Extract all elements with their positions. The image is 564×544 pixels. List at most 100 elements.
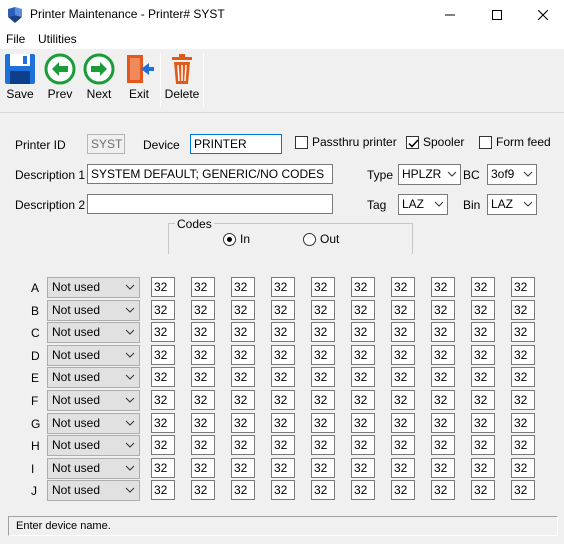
- code-value-field[interactable]: 32: [151, 300, 175, 320]
- code-value-field[interactable]: 32: [351, 322, 375, 342]
- code-value-field[interactable]: 32: [191, 390, 215, 410]
- code-value-field[interactable]: 32: [431, 345, 455, 365]
- code-value-field[interactable]: 32: [391, 390, 415, 410]
- code-value-field[interactable]: 32: [191, 413, 215, 433]
- code-type-select[interactable]: Not used: [47, 435, 140, 456]
- code-value-field[interactable]: 32: [431, 367, 455, 387]
- code-type-select[interactable]: Not used: [47, 458, 140, 479]
- code-value-field[interactable]: 32: [391, 367, 415, 387]
- code-value-field[interactable]: 32: [271, 367, 295, 387]
- code-value-field[interactable]: 32: [351, 345, 375, 365]
- code-value-field[interactable]: 32: [511, 458, 535, 478]
- code-value-field[interactable]: 32: [271, 345, 295, 365]
- type-select[interactable]: HPLZR: [398, 164, 461, 185]
- exit-button[interactable]: Exit: [120, 53, 158, 107]
- bin-select[interactable]: LAZ: [487, 194, 537, 215]
- code-type-select[interactable]: Not used: [47, 480, 140, 501]
- spooler-checkbox-box[interactable]: [406, 135, 419, 149]
- code-value-field[interactable]: 32: [271, 413, 295, 433]
- code-type-select[interactable]: Not used: [47, 300, 140, 321]
- tag-select[interactable]: LAZ: [398, 194, 448, 215]
- code-value-field[interactable]: 32: [231, 300, 255, 320]
- code-value-field[interactable]: 32: [151, 390, 175, 410]
- code-value-field[interactable]: 32: [311, 277, 335, 297]
- code-value-field[interactable]: 32: [471, 458, 495, 478]
- code-value-field[interactable]: 32: [391, 345, 415, 365]
- close-button[interactable]: [520, 0, 564, 30]
- form-feed-checkbox-box[interactable]: [479, 135, 492, 149]
- code-value-field[interactable]: 32: [231, 458, 255, 478]
- code-value-field[interactable]: 32: [231, 435, 255, 455]
- code-value-field[interactable]: 32: [231, 322, 255, 342]
- code-value-field[interactable]: 32: [231, 390, 255, 410]
- save-button[interactable]: Save: [1, 53, 39, 107]
- code-value-field[interactable]: 32: [431, 435, 455, 455]
- code-value-field[interactable]: 32: [311, 367, 335, 387]
- code-value-field[interactable]: 32: [511, 277, 535, 297]
- code-value-field[interactable]: 32: [431, 300, 455, 320]
- code-value-field[interactable]: 32: [231, 277, 255, 297]
- code-value-field[interactable]: 32: [191, 480, 215, 500]
- code-value-field[interactable]: 32: [151, 277, 175, 297]
- code-value-field[interactable]: 32: [191, 277, 215, 297]
- code-value-field[interactable]: 32: [431, 480, 455, 500]
- code-value-field[interactable]: 32: [311, 435, 335, 455]
- code-type-select[interactable]: Not used: [47, 277, 140, 298]
- passthru-checkbox-box[interactable]: [295, 135, 308, 149]
- code-value-field[interactable]: 32: [271, 277, 295, 297]
- code-value-field[interactable]: 32: [511, 367, 535, 387]
- code-type-select[interactable]: Not used: [47, 345, 140, 366]
- codes-out-radio-dot[interactable]: [303, 232, 316, 246]
- code-type-select[interactable]: Not used: [47, 322, 140, 343]
- code-value-field[interactable]: 32: [311, 390, 335, 410]
- code-value-field[interactable]: 32: [271, 435, 295, 455]
- code-value-field[interactable]: 32: [151, 480, 175, 500]
- code-value-field[interactable]: 32: [431, 458, 455, 478]
- code-value-field[interactable]: 32: [351, 277, 375, 297]
- code-value-field[interactable]: 32: [231, 480, 255, 500]
- code-value-field[interactable]: 32: [471, 322, 495, 342]
- code-value-field[interactable]: 32: [311, 322, 335, 342]
- code-value-field[interactable]: 32: [511, 300, 535, 320]
- code-value-field[interactable]: 32: [311, 458, 335, 478]
- code-value-field[interactable]: 32: [271, 300, 295, 320]
- code-value-field[interactable]: 32: [271, 480, 295, 500]
- code-value-field[interactable]: 32: [471, 367, 495, 387]
- code-value-field[interactable]: 32: [231, 367, 255, 387]
- code-value-field[interactable]: 32: [191, 322, 215, 342]
- code-value-field[interactable]: 32: [351, 390, 375, 410]
- code-type-select[interactable]: Not used: [47, 413, 140, 434]
- code-type-select[interactable]: Not used: [47, 367, 140, 388]
- menu-file[interactable]: File: [6, 32, 25, 46]
- code-value-field[interactable]: 32: [471, 413, 495, 433]
- bc-select[interactable]: 3of9: [487, 164, 537, 185]
- code-value-field[interactable]: 32: [511, 390, 535, 410]
- code-type-select[interactable]: Not used: [47, 390, 140, 411]
- minimize-button[interactable]: [427, 0, 473, 30]
- code-value-field[interactable]: 32: [431, 322, 455, 342]
- code-value-field[interactable]: 32: [231, 345, 255, 365]
- passthru-printer-checkbox[interactable]: Passthru printer: [295, 135, 397, 149]
- code-value-field[interactable]: 32: [391, 300, 415, 320]
- code-value-field[interactable]: 32: [471, 480, 495, 500]
- code-value-field[interactable]: 32: [311, 300, 335, 320]
- code-value-field[interactable]: 32: [151, 367, 175, 387]
- next-button[interactable]: Next: [80, 53, 118, 107]
- codes-out-radio[interactable]: Out: [303, 232, 339, 246]
- maximize-button[interactable]: [474, 0, 520, 30]
- code-value-field[interactable]: 32: [391, 413, 415, 433]
- code-value-field[interactable]: 32: [471, 300, 495, 320]
- device-field[interactable]: PRINTER: [190, 134, 282, 154]
- code-value-field[interactable]: 32: [391, 480, 415, 500]
- code-value-field[interactable]: 32: [151, 322, 175, 342]
- code-value-field[interactable]: 32: [511, 435, 535, 455]
- code-value-field[interactable]: 32: [271, 322, 295, 342]
- spooler-checkbox[interactable]: Spooler: [406, 135, 464, 149]
- code-value-field[interactable]: 32: [391, 322, 415, 342]
- code-value-field[interactable]: 32: [391, 435, 415, 455]
- code-value-field[interactable]: 32: [351, 300, 375, 320]
- code-value-field[interactable]: 32: [391, 277, 415, 297]
- code-value-field[interactable]: 32: [271, 390, 295, 410]
- delete-button[interactable]: Delete: [163, 53, 201, 107]
- code-value-field[interactable]: 32: [231, 413, 255, 433]
